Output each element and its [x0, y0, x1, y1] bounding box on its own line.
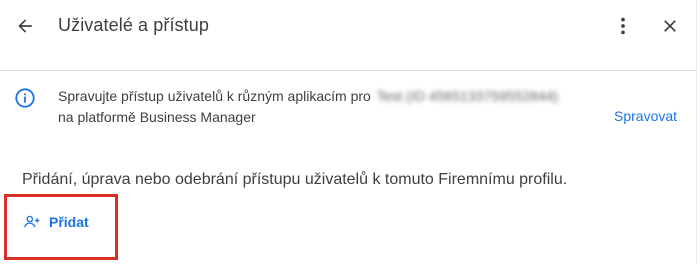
close-icon: [664, 20, 676, 32]
person-add-icon: [24, 215, 40, 228]
manage-link[interactable]: Spravovat: [614, 108, 677, 124]
page-title: Uživatelé a přístup: [58, 15, 209, 35]
info-text-line1: Spravujte přístup uživatelů k různým apl…: [58, 86, 618, 107]
back-button[interactable]: [11, 12, 39, 40]
close-button[interactable]: [656, 12, 684, 40]
panel-right-border: [696, 0, 697, 264]
arrow-back-icon: [18, 19, 32, 33]
more-options-button[interactable]: [609, 12, 637, 40]
add-button-label: Přidat: [49, 214, 89, 230]
top-bar: Uživatelé a přístup: [0, 0, 700, 52]
info-icon: [14, 87, 36, 109]
header-divider: [0, 70, 697, 71]
access-description: Přidání, úprava nebo odebrání přístupu u…: [22, 171, 568, 188]
redacted-account: Test (ID 4565133759552844): [376, 88, 559, 104]
more-vert-icon: [621, 17, 625, 35]
info-banner-text: Spravujte přístup uživatelů k různým apl…: [58, 86, 618, 128]
info-text-line2: na platformě Business Manager: [58, 109, 256, 125]
add-user-button[interactable]: Přidat: [15, 205, 97, 239]
